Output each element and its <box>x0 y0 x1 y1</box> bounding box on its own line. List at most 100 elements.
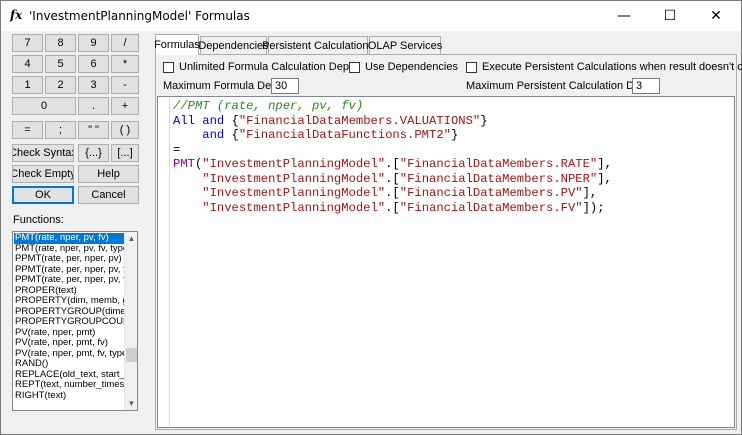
key-divide[interactable]: / <box>111 34 139 52</box>
code-line: All and {"FinancialDataMembers.VALUATION… <box>173 114 612 129</box>
editor-gutter <box>158 97 170 427</box>
code-token: ], <box>582 186 598 200</box>
key-equals[interactable]: = <box>12 121 43 139</box>
code-token: "FinancialDataMembers.VALUATIONS" <box>238 113 481 128</box>
code-token: ]); <box>582 200 605 215</box>
function-list-item[interactable]: PV(rate, nper, pmt, fv, type) <box>14 349 124 360</box>
unlimited-depth-label: Unlimited Formula Calculation Depth <box>179 61 359 73</box>
function-list-item[interactable]: PMT(rate, nper, pv, fv) <box>14 233 124 244</box>
unlimited-depth-checkbox[interactable] <box>163 62 174 73</box>
key-2[interactable]: 2 <box>45 76 76 94</box>
key-6[interactable]: 6 <box>78 55 109 73</box>
code-token: "InvestmentPlanningModel" <box>173 200 386 215</box>
functions-list-items: PMT(rate, nper, pv, fv) PMT(rate, nper, p… <box>14 233 124 401</box>
function-list-item[interactable]: RAND() <box>14 359 124 370</box>
close-button[interactable]: ✕ <box>693 1 739 30</box>
help-button[interactable]: Help <box>78 165 139 183</box>
key-quotes[interactable]: " " <box>78 121 109 139</box>
code-token: = <box>173 142 181 157</box>
tab-dependencies[interactable]: Dependencies <box>198 36 269 54</box>
function-list-item[interactable]: PROPER(text) <box>14 286 124 297</box>
max-depth-input[interactable]: 30 <box>271 78 299 94</box>
function-list-item[interactable]: PROPERTY(dim, memb, group) <box>14 296 124 307</box>
maximize-icon: ☐ <box>663 7 677 24</box>
code-line: "InvestmentPlanningModel".["FinancialDat… <box>173 201 612 216</box>
function-list-item[interactable]: REPT(text, number_times) <box>14 380 124 391</box>
brackets-button[interactable]: [...] <box>111 144 139 162</box>
tab-formulas[interactable]: Formulas <box>154 34 200 55</box>
key-3[interactable]: 3 <box>78 76 109 94</box>
use-dependencies-label: Use Dependencies <box>365 61 458 73</box>
scroll-thumb[interactable] <box>126 348 137 362</box>
maximize-button[interactable]: ☐ <box>647 1 693 30</box>
code-token: "FinancialDataFunctions.PMT2" <box>238 128 451 142</box>
code-token: PMT <box>173 157 195 171</box>
code-token: and <box>202 113 232 128</box>
code-token: "InvestmentPlanningModel" <box>202 157 386 171</box>
max-persistent-label: Maximum Persistent Calculation Depth: <box>466 80 659 92</box>
code-token: "FinancialDataMembers.RATE" <box>399 157 598 171</box>
functions-list[interactable]: PMT(rate, nper, pv, fv) PMT(rate, nper, p… <box>12 231 138 411</box>
minimize-button[interactable]: — <box>601 1 647 30</box>
function-list-item[interactable]: RIGHT(text) <box>14 391 124 402</box>
code-token: } <box>450 128 459 142</box>
functions-scrollbar[interactable]: ▲ ▼ <box>124 232 137 410</box>
fx-icon: fx <box>10 8 23 22</box>
function-list-item[interactable]: PV(rate, nper, pmt) <box>14 328 124 339</box>
max-persistent-input[interactable]: 3 <box>632 78 660 94</box>
code-token: .[ <box>385 157 400 171</box>
key-semicolon[interactable]: ; <box>45 121 76 139</box>
scroll-up-icon[interactable]: ▲ <box>125 232 137 245</box>
function-list-item[interactable]: PPMT(rate, per, nper, pv, fv, type) <box>14 275 124 286</box>
code-token: "InvestmentPlanningModel" <box>173 171 386 186</box>
minimize-icon: — <box>617 7 631 24</box>
function-list-item[interactable]: PPMT(rate, per, nper, pv) <box>14 254 124 265</box>
function-list-item[interactable]: PROPERTYGROUPCOUNT(dimension) <box>14 317 124 328</box>
key-multiply[interactable]: * <box>111 55 139 73</box>
code-token: .[ <box>385 186 400 200</box>
close-icon: ✕ <box>710 7 722 24</box>
key-5[interactable]: 5 <box>45 55 76 73</box>
key-7[interactable]: 7 <box>12 34 43 52</box>
ok-button[interactable]: OK <box>12 186 74 204</box>
function-list-item[interactable]: PMT(rate, nper, pv, fv, type) <box>14 244 124 255</box>
key-decimal[interactable]: . <box>78 97 109 115</box>
formula-code[interactable]: //PMT (rate, nper, pv, fv) All and {"Fina… <box>173 99 612 215</box>
code-token: { <box>231 113 239 128</box>
formulas-window: fx 'InvestmentPlanningModel' Formulas — … <box>0 0 742 435</box>
check-syntax-button[interactable]: Check Syntax <box>12 144 74 162</box>
window-title: 'InvestmentPlanningModel' Formulas <box>29 9 250 23</box>
function-list-item[interactable]: PPMT(rate, per, nper, pv, fv) <box>14 265 124 276</box>
tab-persistent-calculations[interactable]: Persistent Calculations <box>262 36 374 54</box>
key-4[interactable]: 4 <box>12 55 43 73</box>
code-token: and <box>173 128 232 142</box>
code-line: = <box>173 143 612 158</box>
function-list-item[interactable]: PV(rate, nper, pmt, fv) <box>14 338 124 349</box>
formula-editor[interactable]: //PMT (rate, nper, pv, fv) All and {"Fina… <box>157 96 735 428</box>
key-9[interactable]: 9 <box>78 34 109 52</box>
code-line: //PMT (rate, nper, pv, fv) <box>173 99 612 114</box>
braces-button[interactable]: {...} <box>78 144 109 162</box>
key-8[interactable]: 8 <box>45 34 76 52</box>
use-dependencies-checkbox[interactable] <box>349 62 360 73</box>
key-1[interactable]: 1 <box>12 76 43 94</box>
code-token: "InvestmentPlanningModel" <box>173 186 386 200</box>
key-minus[interactable]: - <box>111 76 139 94</box>
cancel-button[interactable]: Cancel <box>78 186 139 204</box>
title-bar[interactable]: fx 'InvestmentPlanningModel' Formulas — … <box>1 1 741 31</box>
function-list-item[interactable]: PROPERTYGROUP(dimension) <box>14 307 124 318</box>
key-plus[interactable]: + <box>111 97 139 115</box>
code-token: { <box>231 128 239 142</box>
code-token: "FinancialDataMembers.PV" <box>399 186 583 200</box>
code-token: //PMT (rate, nper, pv, fv) <box>173 99 364 113</box>
functions-label: Functions: <box>13 214 64 226</box>
scroll-down-icon[interactable]: ▼ <box>125 397 137 410</box>
code-token: } <box>480 113 488 128</box>
key-0[interactable]: 0 <box>12 97 76 115</box>
code-token: "FinancialDataMembers.NPER" <box>399 171 598 186</box>
function-list-item[interactable]: REPLACE(old_text, start_num) <box>14 370 124 381</box>
key-parentheses[interactable]: ( ) <box>111 121 139 139</box>
tab-olap-services[interactable]: OLAP Services <box>368 36 442 54</box>
execute-persistent-checkbox[interactable] <box>466 62 477 73</box>
check-empty-button[interactable]: Check Empty <box>12 165 74 183</box>
